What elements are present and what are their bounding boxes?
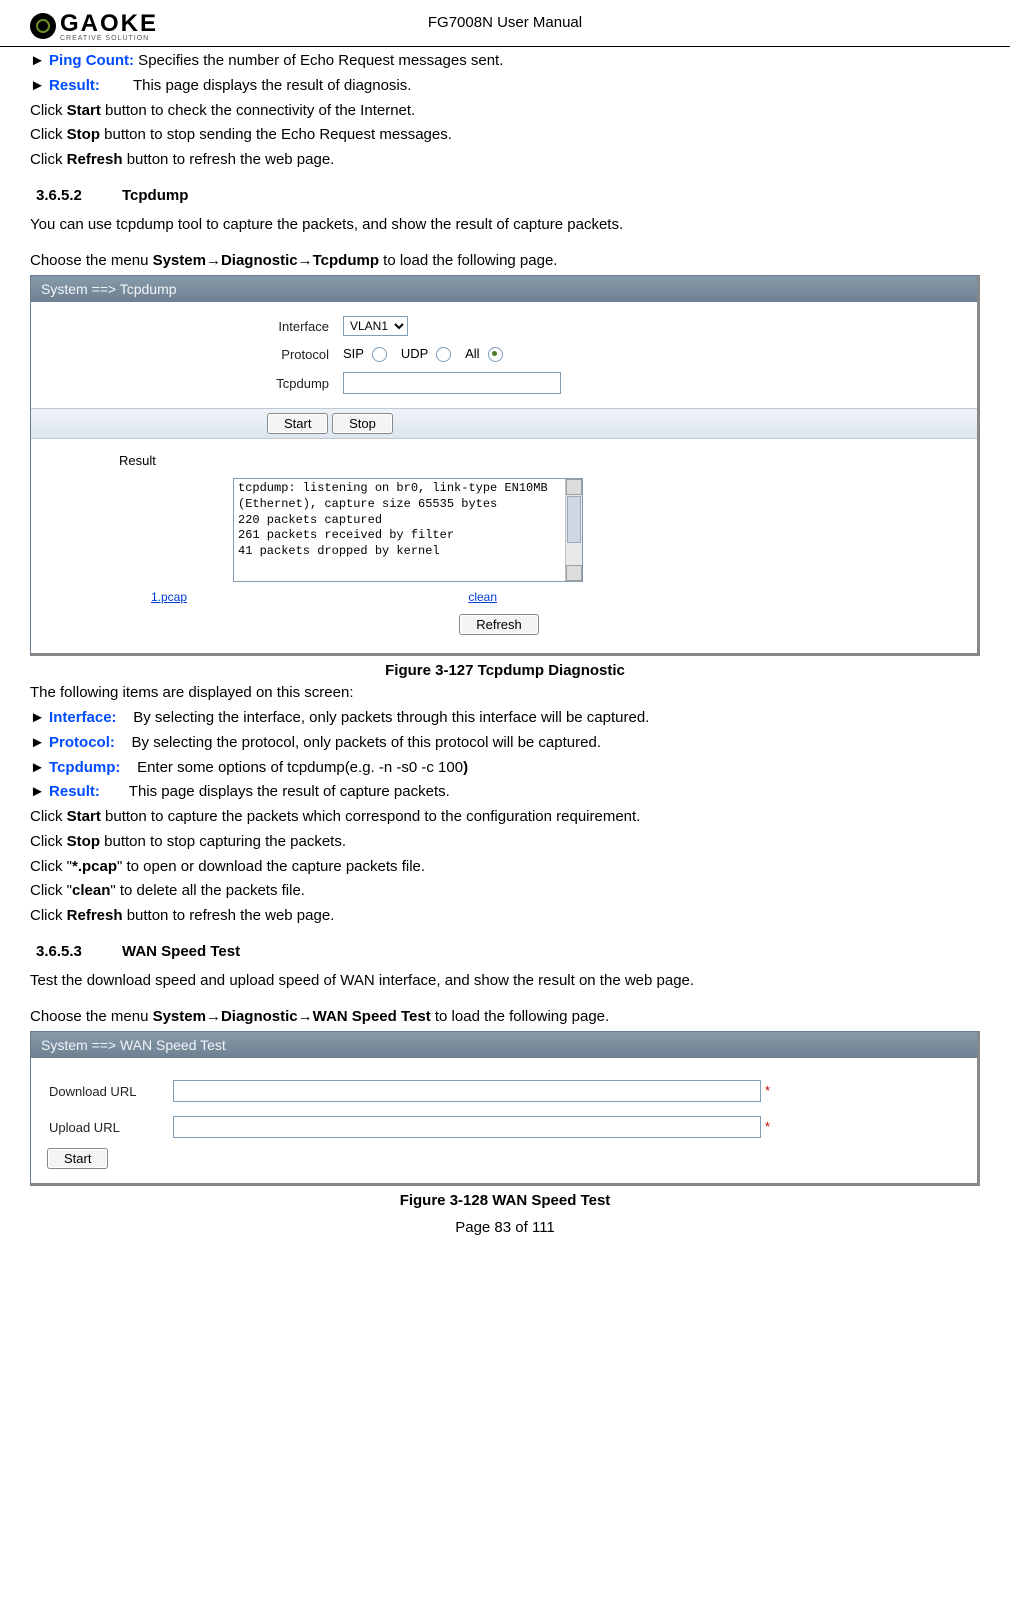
result-scrollbar[interactable] [565,479,582,581]
tcpdump-intro-2: Choose the menu System→Diagnostic→Tcpdum… [30,250,980,272]
upload-url-input[interactable] [173,1116,761,1138]
click-refresh-1: Click Refresh button to refresh the web … [30,149,980,171]
tcpdump-intro-1: You can use tcpdump tool to capture the … [30,214,980,236]
click-start-1: Click Start button to check the connecti… [30,100,980,122]
interface-select[interactable]: VLAN1 [343,316,408,336]
wan-intro-1: Test the download speed and upload speed… [30,970,980,992]
protocol-udp-label: UDP [401,346,428,361]
def-tcpdump: ► Tcpdump: Enter some options of tcpdump… [30,757,980,779]
wan-panel: System ==> WAN Speed Test Download URL *… [30,1031,980,1186]
logo: GAOKE CREATIVE SOLUTION [30,10,158,42]
pcap-link[interactable]: 1.pcap [151,590,187,604]
result-text: tcpdump: listening on br0, link-type EN1… [238,481,548,557]
tcpdump-panel: System ==> Tcpdump Interface VLAN1 Proto… [30,275,980,656]
protocol-sip-label: SIP [343,346,364,361]
protocol-all-radio[interactable] [488,347,503,362]
protocol-sip-radio[interactable] [372,347,387,362]
wan-start-button[interactable]: Start [47,1148,108,1169]
def-protocol: ► Protocol: By selecting the protocol, o… [30,732,980,754]
required-asterisk: * [765,1119,770,1134]
click-pcap: Click "*.pcap" to open or download the c… [30,856,980,878]
figure-caption-2: Figure 3-128 WAN Speed Test [30,1192,980,1209]
logo-text: GAOKE [60,10,158,38]
upload-url-label: Upload URL [43,1110,165,1144]
click-stop-1: Click Stop button to stop sending the Ec… [30,124,980,146]
items-displayed: The following items are displayed on thi… [30,682,980,704]
tcpdump-label: Tcpdump [43,368,335,398]
click-stop-2: Click Stop button to stop capturing the … [30,831,980,853]
tcpdump-stop-button[interactable]: Stop [332,413,393,434]
def-result-1: ► Result: This page displays the result … [30,75,980,97]
wan-panel-title: System ==> WAN Speed Test [31,1032,977,1058]
protocol-all-label: All [465,346,479,361]
section-heading-wan: 3.6.5.3WAN Speed Test [36,943,980,960]
click-refresh-2: Click Refresh button to refresh the web … [30,905,980,927]
protocol-label: Protocol [43,342,335,366]
protocol-udp-radio[interactable] [436,347,451,362]
def-ping-count: ► Ping Count: Specifies the number of Ec… [30,50,980,72]
interface-label: Interface [43,312,335,340]
clean-link[interactable]: clean [468,590,497,604]
logo-subtitle: CREATIVE SOLUTION [60,35,158,42]
click-start-2: Click Start button to capture the packet… [30,806,980,828]
result-textarea[interactable]: tcpdump: listening on br0, link-type EN1… [233,478,583,582]
tcpdump-start-button[interactable]: Start [267,413,328,434]
click-clean: Click "clean" to delete all the packets … [30,880,980,902]
logo-icon [30,13,56,39]
def-result-2: ► Result: This page displays the result … [30,781,980,803]
wan-intro-2: Choose the menu System→Diagnostic→WAN Sp… [30,1006,980,1028]
required-asterisk: * [765,1083,770,1098]
tcpdump-refresh-button[interactable]: Refresh [459,614,539,635]
tcpdump-input[interactable] [343,372,561,394]
protocol-radios: SIP UDP All [337,342,955,366]
result-label: Result [43,449,225,472]
def-interface: ► Interface: By selecting the interface,… [30,707,980,729]
figure-caption-1: Figure 3-127 Tcpdump Diagnostic [30,662,980,679]
section-heading-tcpdump: 3.6.5.2Tcpdump [36,187,980,204]
download-url-label: Download URL [43,1074,165,1108]
tcpdump-panel-title: System ==> Tcpdump [31,276,977,302]
download-url-input[interactable] [173,1080,761,1102]
page-footer: Page 83 of 111 [30,1219,980,1236]
